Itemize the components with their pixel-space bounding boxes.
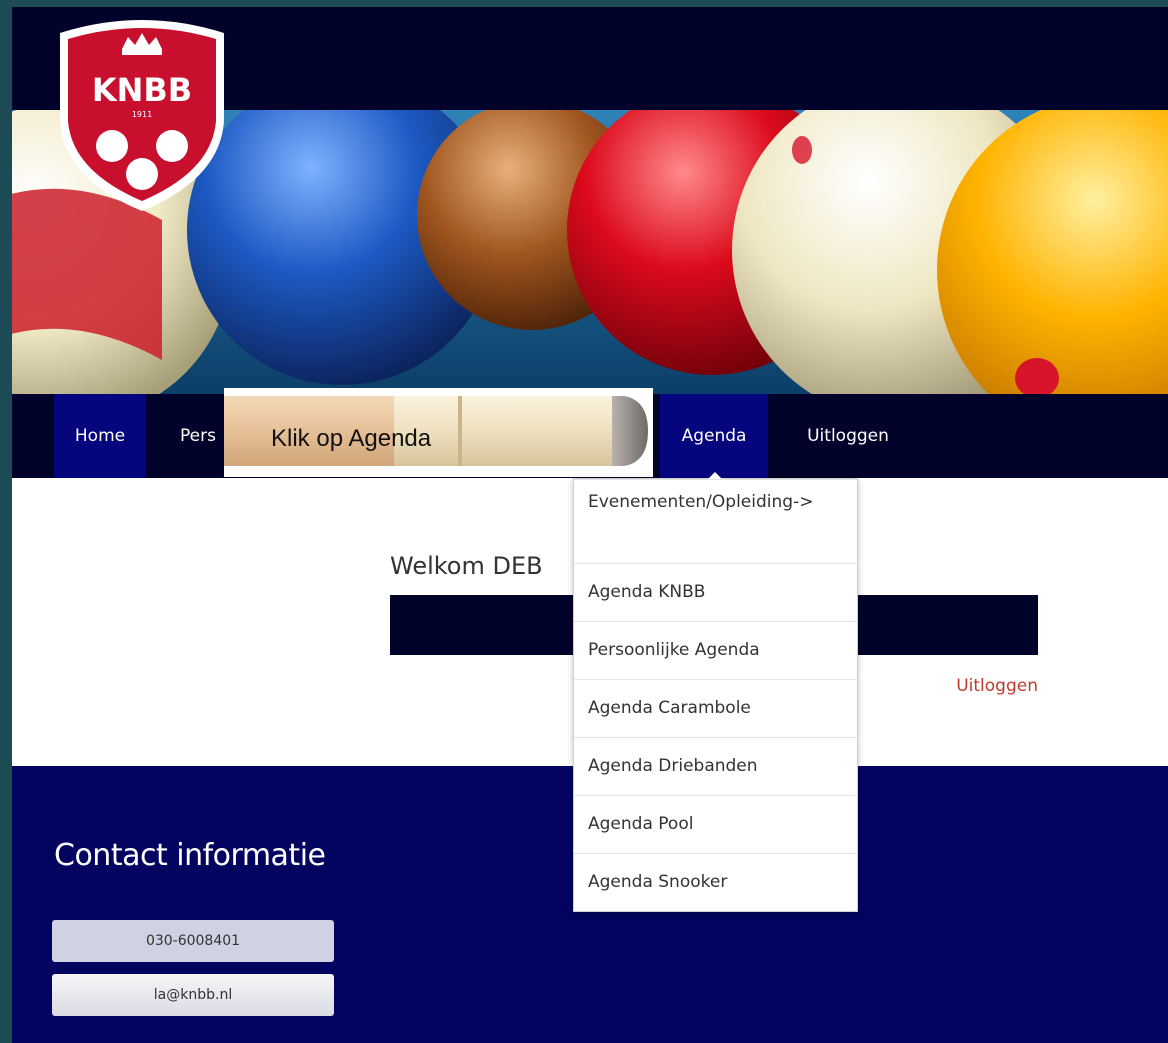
logo-text: KNBB	[92, 71, 192, 109]
tutorial-tooltip: Klik op Agenda	[224, 388, 653, 477]
welcome-heading: Welkom DEB	[390, 552, 543, 580]
nav-home[interactable]: Home	[54, 394, 146, 478]
dropdown-item-agenda-knbb[interactable]: Agenda KNBB	[574, 563, 857, 621]
dropdown-item-agenda-snooker[interactable]: Agenda Snooker	[574, 853, 857, 911]
tooltip-text: Klik op Agenda	[271, 425, 432, 452]
contact-title: Contact informatie	[54, 838, 326, 873]
dropdown-item-agenda-carambole[interactable]: Agenda Carambole	[574, 679, 857, 737]
dropdown-item-agenda-pool[interactable]: Agenda Pool	[574, 795, 857, 853]
dropdown-caret	[708, 472, 722, 479]
email-button[interactable]: la@knbb.nl	[52, 974, 334, 1016]
nav-uitloggen[interactable]: Uitloggen	[786, 394, 910, 478]
knbb-logo[interactable]: KNBB 1911	[50, 11, 234, 215]
dropdown-item-agenda-driebanden[interactable]: Agenda Driebanden	[574, 737, 857, 795]
phone-button[interactable]: 030-6008401	[52, 920, 334, 962]
logo-year: 1911	[132, 110, 152, 119]
page: KNBB 1911 Home Pers Agenda Uitloggen Kli…	[12, 7, 1168, 1043]
dropdown-item-evenementen[interactable]: Evenementen/Opleiding->	[574, 479, 857, 563]
agenda-dropdown-menu: Evenementen/Opleiding-> Agenda KNBB Pers…	[573, 472, 858, 912]
logout-link[interactable]: Uitloggen	[938, 676, 1038, 696]
dropdown-item-persoonlijke-agenda[interactable]: Persoonlijke Agenda	[574, 621, 857, 679]
nav-agenda[interactable]: Agenda	[660, 394, 768, 478]
